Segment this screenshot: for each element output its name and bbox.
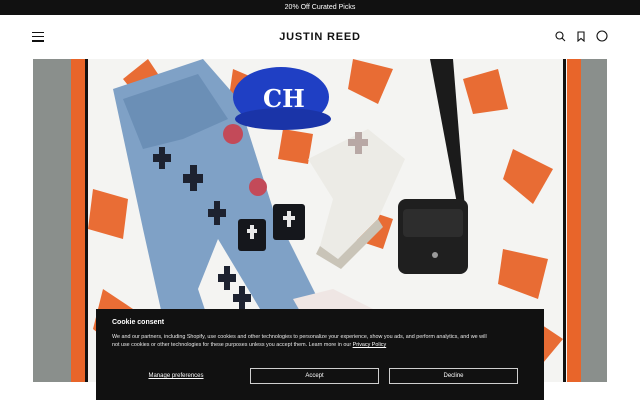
account-icon[interactable] [596, 30, 608, 42]
accept-button[interactable]: Accept [250, 368, 379, 384]
header-icons [555, 30, 608, 42]
cookie-text-line1: We and our partners, including Shopify, … [112, 334, 487, 340]
site-logo[interactable]: JUSTIN REED [0, 31, 640, 43]
svg-text:CH: CH [263, 84, 305, 113]
site-header: JUSTIN REED [0, 15, 640, 59]
decline-button[interactable]: Decline [389, 368, 518, 384]
bookmark-icon[interactable] [576, 30, 586, 42]
search-icon[interactable] [555, 30, 566, 42]
cookie-title: Cookie consent [112, 319, 165, 326]
privacy-policy-link[interactable]: Privacy Policy [353, 342, 387, 348]
cookie-actions: Manage preferences Accept Decline [112, 368, 528, 384]
announcement-bar: 20% Off Curated Picks [0, 0, 640, 15]
cookie-text: We and our partners, including Shopify, … [112, 333, 528, 349]
announcement-text: 20% Off Curated Picks [284, 4, 356, 11]
manage-preferences-link[interactable]: Manage preferences [112, 368, 240, 384]
cookie-text-line2: not use cookies or other technologies fo… [112, 342, 353, 348]
cookie-consent-banner: Cookie consent We and our partners, incl… [96, 309, 544, 400]
